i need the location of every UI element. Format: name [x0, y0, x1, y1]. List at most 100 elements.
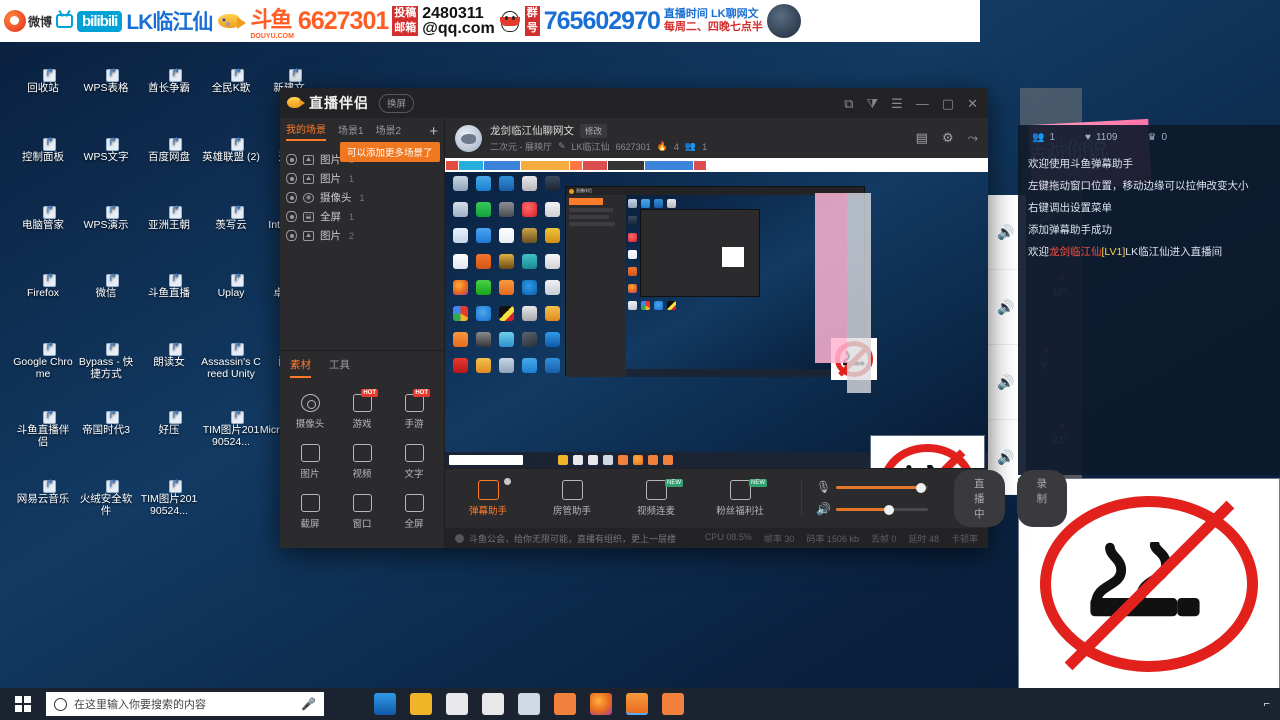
- edit-pencil-icon[interactable]: ✎: [558, 141, 566, 152]
- desktop-icon-uplay-icon[interactable]: Uplay: [200, 272, 262, 299]
- visibility-eye-icon[interactable]: [286, 211, 297, 222]
- settings-dot-icon[interactable]: [504, 478, 511, 485]
- live-companion-window[interactable]: 直播伴侣 换屏 ⧉ ⧩ ☰ — ▢ ✕ 可以添加更多场景了 我的场景 场景1 场景2…: [280, 88, 1067, 548]
- desktop-icon-firefox-icon[interactable]: Firefox: [12, 272, 74, 299]
- material-text-icon[interactable]: 文字: [388, 438, 440, 486]
- desktop-icon-xiexie-cloud-icon[interactable]: 羡写云: [200, 204, 262, 231]
- speaker-slider-row[interactable]: 🔊: [816, 503, 928, 516]
- desktop-icon-age-of-empires-icon[interactable]: 帝国时代3: [75, 409, 137, 436]
- minimize-icon[interactable]: —: [916, 97, 929, 110]
- material-window-icon[interactable]: 窗口: [336, 488, 388, 536]
- filter-icon[interactable]: ⧩: [867, 97, 879, 110]
- material-video-icon[interactable]: 视频: [336, 438, 388, 486]
- live-status-button[interactable]: 直播中: [954, 470, 1005, 527]
- material-tab-1[interactable]: 工具: [329, 357, 350, 378]
- taskbar-task-view-icon[interactable]: [338, 693, 360, 715]
- source-row[interactable]: ⛰ 图片 2: [286, 226, 444, 245]
- scene-tabs[interactable]: 可以添加更多场景了 我的场景 场景1 场景2 +: [280, 118, 444, 162]
- material-screenshot-crop-icon[interactable]: 截屏: [284, 488, 336, 536]
- desktop-icon-recycle-bin-icon[interactable]: 回收站: [12, 67, 74, 94]
- desktop-icon-wps-writer-icon[interactable]: WPS文字: [75, 136, 137, 163]
- mic-slider-row[interactable]: 🎙: [816, 481, 928, 494]
- material-camera-icon[interactable]: 摄像头: [284, 388, 336, 436]
- desktop-icon-douyu-live-icon[interactable]: 斗鱼直播: [138, 272, 200, 299]
- visibility-eye-icon[interactable]: [286, 192, 297, 203]
- desktop-icon-wps-spreadsheet-icon[interactable]: WPS表格: [75, 67, 137, 94]
- source-row[interactable]: ⬓ 全屏 1: [286, 207, 444, 226]
- desktop-icon-tim-photo-icon[interactable]: TIM图片20190524...: [200, 409, 262, 448]
- danmu-assistant-panel[interactable]: 👥 1 ♥ 1109 ♛ 0 欢迎使用斗鱼弹幕助手 左键拖动窗口位置，移动边缘可以拉伸改变大…: [1018, 125, 1280, 475]
- tool-danmu-assistant-icon[interactable]: 弹幕助手: [459, 478, 517, 517]
- desktop-icon-bypass-shortcut-icon[interactable]: Bypass - 快捷方式: [75, 341, 137, 380]
- menu-icon[interactable]: ☰: [891, 97, 903, 110]
- desktop-icon-huorong-security-icon[interactable]: 火绒安全软件: [75, 478, 137, 517]
- visibility-eye-icon[interactable]: [286, 230, 297, 241]
- source-row[interactable]: ◉ 摄像头 1: [286, 188, 444, 207]
- desktop-icon-wechat-icon[interactable]: 微信: [75, 272, 137, 299]
- desktop-icon-assassins-creed-icon[interactable]: Assassin's Creed Unity: [200, 341, 262, 380]
- speaker-icon[interactable]: 🔊: [816, 503, 831, 516]
- maximize-icon[interactable]: ▢: [942, 97, 954, 110]
- settings-icon[interactable]: ⚙: [942, 130, 954, 146]
- tool-fan-gift-icon[interactable]: NEW 粉丝福利社: [711, 479, 769, 517]
- visibility-eye-icon[interactable]: [286, 173, 297, 184]
- taskbar-douyu-icon[interactable]: [554, 693, 576, 715]
- material-mobile-game-icon[interactable]: HOT 手游: [388, 388, 440, 436]
- modify-button[interactable]: 修改: [580, 123, 608, 138]
- speaker-slider[interactable]: [836, 504, 928, 515]
- taskbar[interactable]: 在这里输入你要搜索的内容 🎤 ⌐: [0, 688, 1280, 720]
- mode-pill-button[interactable]: 换屏: [379, 93, 415, 113]
- taskbar-firefox-icon[interactable]: [590, 693, 612, 715]
- start-button[interactable]: [0, 688, 46, 720]
- taskbar-douyu-app-icon[interactable]: [662, 693, 684, 715]
- desktop-icon-wps-presentation-icon[interactable]: WPS演示: [75, 204, 137, 231]
- taskbar-items[interactable]: [324, 693, 684, 715]
- desktop-icon-chieftain-game-icon[interactable]: 酋长争霸: [138, 67, 200, 94]
- desktop-icon-haozip-icon[interactable]: 好压: [138, 409, 200, 436]
- bottom-toolbar[interactable]: 弹幕助手 房管助手 NEW 视频连麦 NEW 粉丝福利社 🎙 🔊 直播中 录制: [445, 468, 1067, 528]
- scene-tab-2[interactable]: 场景2: [376, 122, 402, 140]
- desktop-icon-league-of-legends-icon[interactable]: 英雄联盟 (2): [200, 136, 262, 163]
- close-icon[interactable]: ✕: [967, 97, 978, 110]
- search-box[interactable]: 在这里输入你要搜索的内容 🎤: [46, 692, 324, 716]
- material-tabs[interactable]: 素材 工具: [280, 350, 444, 378]
- taskbar-onedrive-icon[interactable]: [518, 693, 540, 715]
- window-title-bar[interactable]: 直播伴侣 换屏 ⧉ ⧩ ☰ — ▢ ✕: [280, 88, 988, 118]
- taskbar-douyu-companion-icon[interactable]: [626, 693, 648, 715]
- screenshot-icon[interactable]: ⧉: [844, 97, 853, 110]
- scene-tab-0[interactable]: 我的场景: [286, 121, 326, 141]
- taskbar-edge-icon[interactable]: [374, 693, 396, 715]
- microphone-icon[interactable]: 🎤: [301, 697, 316, 711]
- desktop-icon-tim-photo-icon[interactable]: TIM图片20190524...: [138, 478, 200, 517]
- material-grid[interactable]: 摄像头 HOT 游戏 HOT 手游图片 视频 文字截屏 窗口 全屏: [280, 378, 444, 548]
- add-scene-button[interactable]: +: [429, 123, 438, 140]
- material-image-icon[interactable]: 图片: [284, 438, 336, 486]
- taskbar-microsoft-store-icon[interactable]: [446, 693, 468, 715]
- material-gamepad-icon[interactable]: HOT 游戏: [336, 388, 388, 436]
- desktop-icon-douyu-companion-icon[interactable]: 斗鱼直播伴侣: [12, 409, 74, 448]
- tool-list[interactable]: 弹幕助手 房管助手 NEW 视频连麦 NEW 粉丝福利社: [459, 478, 769, 517]
- avatar[interactable]: [455, 124, 482, 152]
- live-action-buttons[interactable]: 直播中 录制: [954, 470, 1067, 527]
- desktop-icon-pc-manager-icon[interactable]: 电脑管家: [12, 204, 74, 231]
- material-tab-0[interactable]: 素材: [290, 357, 311, 378]
- tool-room-admin-icon[interactable]: 房管助手: [543, 480, 601, 517]
- window-controls[interactable]: ⧉ ⧩ ☰ — ▢ ✕: [844, 97, 982, 110]
- volume-sliders[interactable]: 🎙 🔊: [801, 481, 928, 516]
- desktop-icon-control-panel-icon[interactable]: 控制面板: [12, 136, 74, 163]
- category-label[interactable]: 二次元 - 展映厅: [490, 140, 552, 153]
- material-fullscreen-icon[interactable]: 全屏: [388, 488, 440, 536]
- system-tray[interactable]: ⌐: [1264, 698, 1280, 710]
- tool-video-link-icon[interactable]: NEW 视频连麦: [627, 479, 685, 517]
- desktop-icon-chrome-icon[interactable]: Google Chrome: [12, 341, 74, 380]
- share-icon[interactable]: ⤳: [968, 130, 978, 146]
- scene-tab-1[interactable]: 场景1: [338, 122, 364, 140]
- streamer-action-icons[interactable]: ▤ ⚙ ⤳: [916, 130, 978, 146]
- desktop-icon-reader-woman-icon[interactable]: 朗读女: [138, 341, 200, 368]
- desktop-icon-asian-dynasty-icon[interactable]: 亚洲王朝: [138, 204, 200, 231]
- layout-icon[interactable]: ▤: [916, 130, 928, 146]
- desktop-icon-karaoke-icon[interactable]: 全民K歌: [200, 67, 262, 94]
- mic-slider[interactable]: [836, 482, 928, 493]
- record-button[interactable]: 录制: [1016, 470, 1067, 527]
- taskbar-file-explorer-icon[interactable]: [410, 693, 432, 715]
